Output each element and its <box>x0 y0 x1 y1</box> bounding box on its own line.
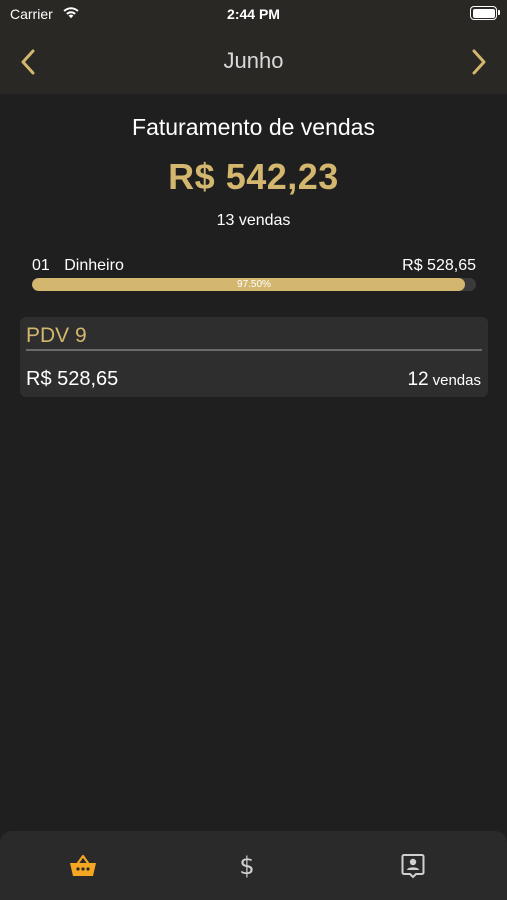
basket-icon <box>70 854 96 876</box>
pdv-name: PDV 9 <box>26 324 87 347</box>
tab-sales[interactable] <box>65 851 101 881</box>
pdv-count-unit: vendas <box>432 372 481 389</box>
contact-icon <box>401 854 425 879</box>
summary-title: Faturamento de vendas <box>132 114 375 140</box>
battery-icon <box>470 6 500 20</box>
pdv-sales-count: 12 vendas <box>407 369 481 391</box>
month-title: Junho <box>223 48 284 73</box>
payment-method-row: 01 Dinheiro R$ 528,65 <box>32 257 476 277</box>
payment-method-name: Dinheiro <box>64 257 124 274</box>
status-bar: Carrier 2:44 PM <box>0 0 507 28</box>
chevron-right-icon <box>472 49 486 75</box>
progress-label: 97.50% <box>237 279 271 290</box>
payment-method-code: 01 <box>32 257 50 274</box>
pdv-card[interactable]: PDV 9 R$ 528,65 12 vendas <box>20 317 488 397</box>
next-month-button[interactable] <box>461 44 497 80</box>
pdv-value: R$ 528,65 <box>26 368 119 390</box>
summary-total: R$ 542,23 <box>168 156 339 197</box>
clock: 2:44 PM <box>227 6 280 22</box>
payment-method-value: R$ 528,65 <box>402 257 476 274</box>
dollar-icon: $ <box>239 852 255 880</box>
header: Carrier 2:44 PM Junho <box>0 0 507 94</box>
tab-finance[interactable]: $ <box>229 851 265 881</box>
summary-count: 13 vendas <box>216 212 291 229</box>
tab-profile[interactable] <box>395 851 431 881</box>
divider <box>26 349 482 351</box>
pdv-count-number: 12 <box>407 369 429 390</box>
payment-method-progress: 97.50% <box>32 278 476 291</box>
sales-screen: Carrier 2:44 PM Junho Faturamento de ven… <box>0 0 507 900</box>
tab-bar: $ <box>0 831 507 900</box>
